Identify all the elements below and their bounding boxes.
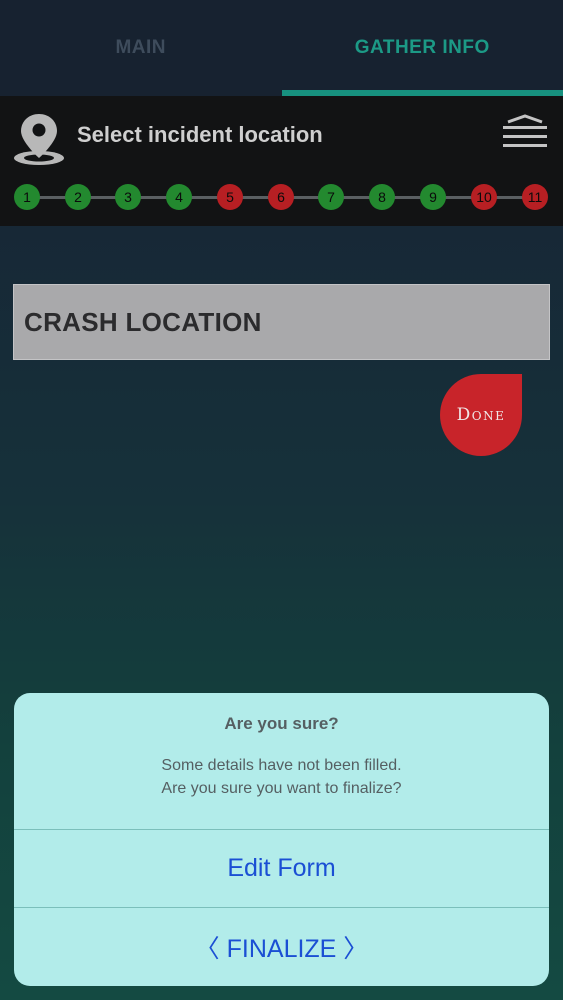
step-1[interactable]: 1: [14, 184, 40, 210]
finalize-button[interactable]: 〈 FINALIZE 〉: [14, 908, 549, 986]
step-11[interactable]: 11: [522, 184, 548, 210]
header-bar: Select incident location 1 2 3 4 5 6 7 8…: [0, 96, 563, 226]
step-6[interactable]: 6: [268, 184, 294, 210]
dialog-message: Some details have not been filled. Are y…: [161, 754, 401, 800]
step-10[interactable]: 10: [471, 184, 497, 210]
hamburger-menu-icon[interactable]: [502, 114, 548, 150]
step-8[interactable]: 8: [369, 184, 395, 210]
page-title: Select incident location: [77, 122, 323, 147]
step-2[interactable]: 2: [65, 184, 91, 210]
crash-location-field[interactable]: CRASH LOCATION: [13, 284, 550, 360]
progress-steps: 1 2 3 4 5 6 7 8 9 10 11: [0, 182, 563, 212]
done-button-label: Done: [456, 405, 506, 425]
dialog-title: Are you sure?: [224, 714, 339, 733]
location-pin-icon[interactable]: [12, 112, 66, 166]
tab-main[interactable]: MAIN: [0, 0, 282, 96]
confirm-dialog: Are you sure? Some details have not been…: [14, 693, 549, 986]
dialog-message-line-2: Are you sure you want to finalize?: [161, 780, 402, 797]
dialog-message-line-1: Some details have not been filled.: [161, 757, 402, 774]
crash-location-label: CRASH LOCATION: [24, 306, 262, 337]
tab-gather-info[interactable]: GATHER INFO: [281, 0, 563, 96]
step-5[interactable]: 5: [217, 184, 243, 210]
step-9[interactable]: 9: [420, 184, 446, 210]
step-7[interactable]: 7: [318, 184, 344, 210]
step-4[interactable]: 4: [166, 184, 192, 210]
done-button[interactable]: Done: [440, 374, 522, 456]
tab-bar: MAIN GATHER INFO: [0, 0, 563, 96]
dialog-body: Are you sure? Some details have not been…: [14, 693, 549, 830]
step-3[interactable]: 3: [115, 184, 141, 210]
edit-form-button[interactable]: Edit Form: [14, 830, 549, 908]
